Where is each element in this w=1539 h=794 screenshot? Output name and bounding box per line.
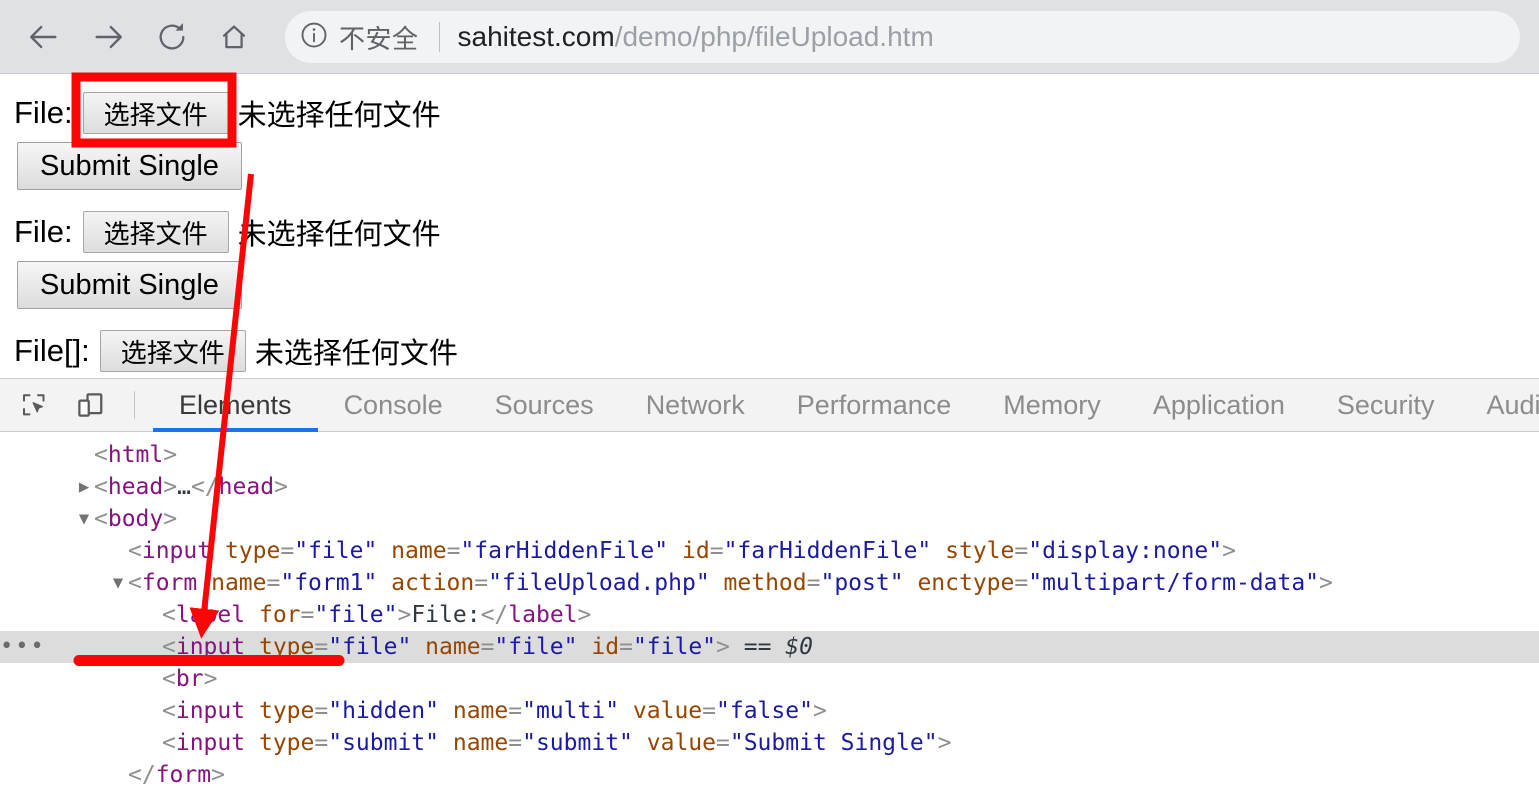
tab-label: Performance xyxy=(796,389,952,420)
tab-label: Elements xyxy=(179,389,292,420)
forward-button[interactable] xyxy=(82,11,134,63)
file-input-row: File: 选择文件 未选择任何文件 xyxy=(14,90,441,136)
submit-single-button[interactable]: Submit Single xyxy=(17,261,242,309)
file-label: File: xyxy=(14,214,73,249)
dom-node-markup: <head>…</head> xyxy=(94,474,288,500)
omnibox-divider xyxy=(438,22,440,52)
choose-file-button[interactable]: 选择文件 xyxy=(82,92,229,134)
file-array-label: File[]: xyxy=(14,333,90,368)
tab-sources[interactable]: Sources xyxy=(469,379,620,432)
dom-node-markup: <html> xyxy=(94,442,178,468)
no-file-selected-text: 未选择任何文件 xyxy=(237,217,441,251)
devtools-toolbar-divider xyxy=(134,391,135,419)
url-path: /demo/php/fileUpload.htm xyxy=(614,21,934,52)
tab-label: Memory xyxy=(1003,389,1101,420)
dom-node-markup: <label for="file">File:</label> xyxy=(162,602,592,628)
dom-node-row[interactable]: ▼ <body> xyxy=(0,503,1539,535)
file-input-row: File: 选择文件 未选择任何文件 xyxy=(14,209,441,255)
tab-label: Sources xyxy=(494,389,594,420)
tab-application[interactable]: Application xyxy=(1127,379,1311,432)
back-button[interactable] xyxy=(18,11,70,63)
expand-triangle-right-icon[interactable]: ▶ xyxy=(74,471,94,503)
tab-elements[interactable]: Elements xyxy=(153,379,318,432)
file-label: File: xyxy=(14,95,73,130)
url-host: sahitest.com xyxy=(457,21,615,52)
tab-label: Application xyxy=(1152,389,1285,420)
security-status-text: 不安全 xyxy=(339,24,419,55)
dom-node-row[interactable]: ▼ <form name="form1" action="fileUpload.p… xyxy=(0,567,1539,599)
tab-console[interactable]: Console xyxy=(318,379,469,432)
upload-form-1: File: 选择文件 未选择任何文件 Submit Single xyxy=(14,90,441,190)
browser-toolbar: 不安全 sahitest.com/demo/php/fileUpload.htm xyxy=(0,0,1539,74)
choose-file-button[interactable]: 选择文件 xyxy=(82,211,229,253)
devtools-panel: Elements Console Sources Network Perform… xyxy=(0,378,1539,794)
reload-button[interactable] xyxy=(146,11,198,63)
dom-node-row[interactable]: ▶ <head>…</head> xyxy=(0,471,1539,503)
tab-performance[interactable]: Performance xyxy=(771,379,978,432)
info-circle-icon xyxy=(299,20,329,55)
file-input-row: File[]: 选择文件 未选择任何文件 xyxy=(14,328,458,374)
dom-tree[interactable]: <html> ▶ <head>…</head> ▼ <body> <input type=… xyxy=(0,432,1539,794)
inspect-element-icon[interactable] xyxy=(12,383,56,427)
tab-memory[interactable]: Memory xyxy=(977,379,1127,432)
choose-file-button[interactable]: 选择文件 xyxy=(99,330,246,372)
upload-form-2: File: 选择文件 未选择任何文件 Submit Single xyxy=(14,209,441,309)
dom-row-gutter[interactable]: ••• xyxy=(0,631,44,663)
back-arrow-icon xyxy=(27,20,61,54)
tab-audits[interactable]: Audits xyxy=(1460,379,1539,432)
expand-triangle-down-icon[interactable]: ▼ xyxy=(108,567,128,599)
dom-node-row[interactable]: <input type="submit" name="submit" value… xyxy=(0,727,1539,759)
dom-node-row-selected[interactable]: ••• <input type="file" name="file" id="fi… xyxy=(0,631,1539,663)
home-button[interactable] xyxy=(208,11,260,63)
security-status-chip[interactable]: 不安全 xyxy=(299,19,419,56)
dom-node-markup: <input type="file" name="file" id="file"… xyxy=(162,634,813,660)
no-file-selected-text: 未选择任何文件 xyxy=(254,336,458,370)
submit-single-button[interactable]: Submit Single xyxy=(17,142,242,190)
tab-label: Security xyxy=(1336,389,1435,420)
home-icon xyxy=(218,21,250,53)
dom-node-markup: <body> xyxy=(94,506,178,532)
upload-form-3: File[]: 选择文件 未选择任何文件 xyxy=(14,328,458,374)
tab-network[interactable]: Network xyxy=(620,379,771,432)
dom-node-markup: <input type="hidden" name="multi" value=… xyxy=(162,698,827,724)
dom-node-row[interactable]: <input type="file" name="farHiddenFile" … xyxy=(0,535,1539,567)
dom-node-row[interactable]: <html> xyxy=(0,439,1539,471)
tab-security[interactable]: Security xyxy=(1311,379,1461,432)
url-text[interactable]: sahitest.com/demo/php/fileUpload.htm xyxy=(458,21,934,53)
tab-label: Console xyxy=(343,389,443,420)
dom-node-row[interactable]: <label for="file">File:</label> xyxy=(0,599,1539,631)
no-file-selected-text: 未选择任何文件 xyxy=(237,98,441,132)
dom-node-markup: <br> xyxy=(162,666,218,692)
dom-node-markup: <form name="form1" action="fileUpload.ph… xyxy=(128,570,1333,596)
reload-icon xyxy=(156,21,188,53)
forward-arrow-icon xyxy=(91,20,125,54)
dom-node-markup: <input type="file" name="farHiddenFile" … xyxy=(128,538,1236,564)
dom-node-row[interactable]: </form> xyxy=(0,759,1539,791)
tab-label: Audits xyxy=(1486,389,1539,420)
dom-node-row[interactable]: <br> xyxy=(0,663,1539,695)
page-content: File: 选择文件 未选择任何文件 Submit Single File: 选… xyxy=(0,75,1539,378)
device-toolbar-icon[interactable] xyxy=(68,383,112,427)
devtools-tab-bar: Elements Console Sources Network Perform… xyxy=(0,379,1539,432)
tab-label: Network xyxy=(645,389,745,420)
address-bar[interactable]: 不安全 sahitest.com/demo/php/fileUpload.htm xyxy=(285,11,1520,63)
expand-triangle-down-icon[interactable]: ▼ xyxy=(74,503,94,535)
dom-node-markup: <input type="submit" name="submit" value… xyxy=(162,730,952,756)
dom-node-markup: </form> xyxy=(128,762,225,788)
dom-node-row[interactable]: <input type="hidden" name="multi" value=… xyxy=(0,695,1539,727)
